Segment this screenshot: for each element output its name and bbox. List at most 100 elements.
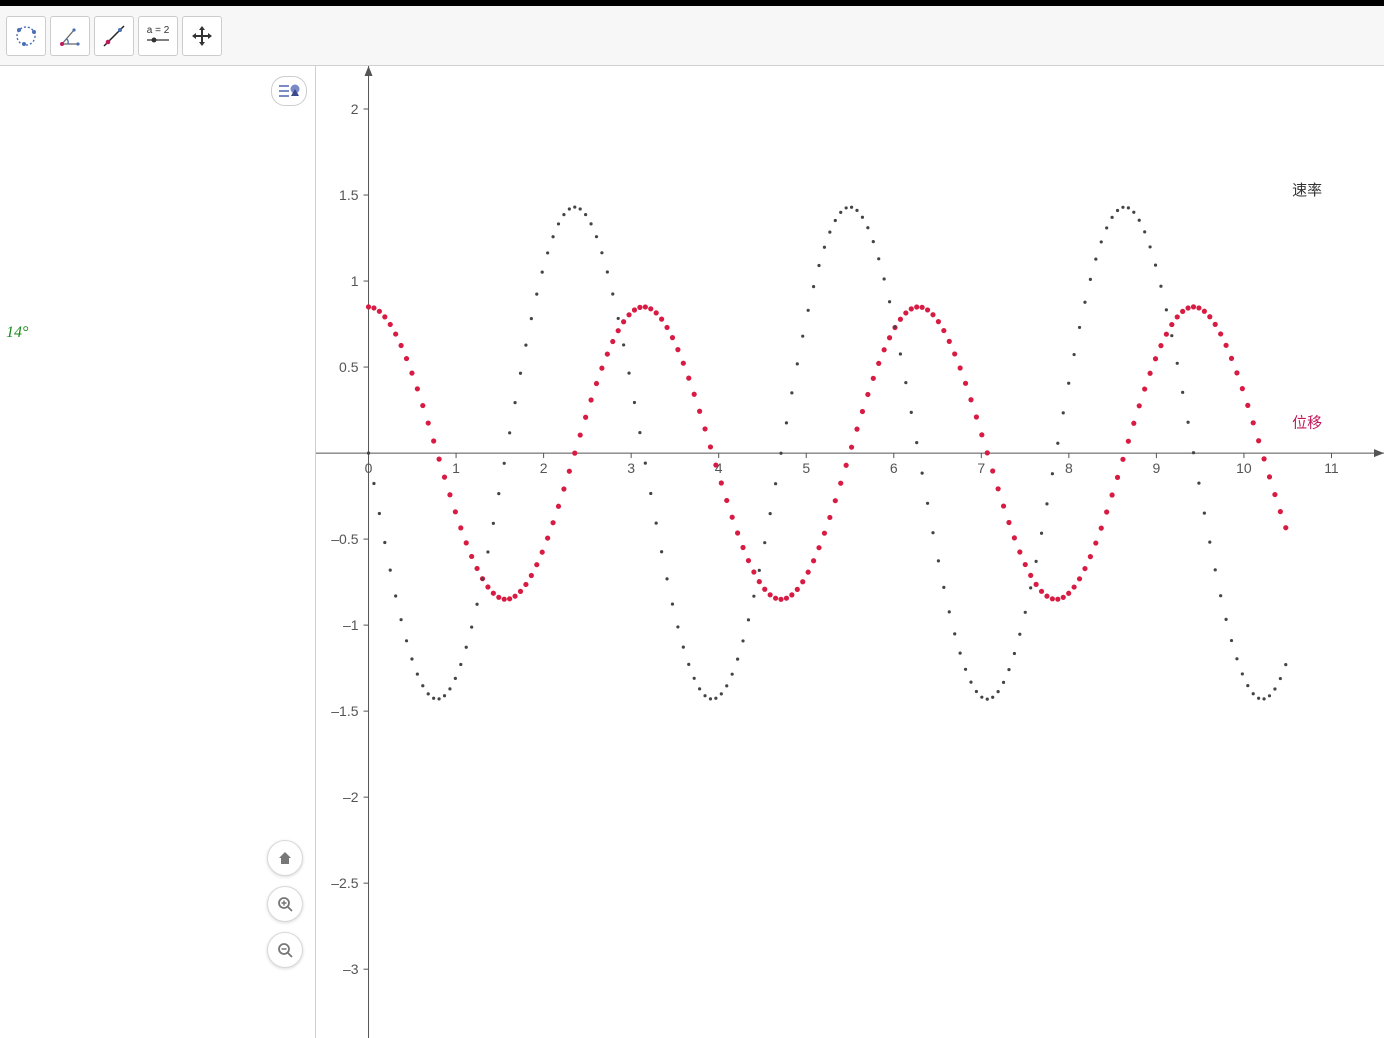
series-point <box>1137 403 1142 408</box>
series-point <box>698 687 701 690</box>
series-point <box>458 525 463 530</box>
series-point <box>1089 278 1092 281</box>
x-tick-label: 11 <box>1324 460 1339 476</box>
series-point <box>399 618 402 621</box>
series-point <box>670 335 675 340</box>
series-point <box>752 595 755 598</box>
series-point <box>557 222 560 225</box>
series-point <box>769 512 772 515</box>
series-point <box>816 545 821 550</box>
series-point <box>921 472 924 475</box>
series-point <box>648 306 653 311</box>
series-point <box>1148 245 1151 248</box>
series-point <box>378 512 381 515</box>
series-point <box>503 462 506 465</box>
algebra-style-toggle-button[interactable] <box>271 76 307 106</box>
series-point <box>850 206 853 209</box>
series-point <box>936 319 941 324</box>
series-point <box>1186 421 1189 424</box>
series-point <box>876 361 881 366</box>
slider-tool-button[interactable]: a = 2 <box>138 16 178 56</box>
series-point <box>834 219 837 222</box>
angle-tool-button[interactable] <box>50 16 90 56</box>
series-point <box>1067 382 1070 385</box>
series-point <box>1061 595 1066 600</box>
series-point <box>638 431 641 434</box>
series-point <box>643 304 648 309</box>
series-point <box>719 480 724 485</box>
tangent-tool-button[interactable] <box>94 16 134 56</box>
series-point <box>606 270 609 273</box>
series-point <box>622 343 625 346</box>
series-point <box>432 697 435 700</box>
series-point <box>893 325 896 328</box>
series-point <box>393 331 398 336</box>
series-point <box>1175 314 1180 319</box>
series-point <box>1213 322 1218 327</box>
series-point <box>626 312 631 317</box>
series-point <box>541 271 544 274</box>
series-point <box>644 462 647 465</box>
series-point <box>427 692 430 695</box>
series-point <box>410 657 413 660</box>
series-point <box>1066 591 1071 596</box>
series-point <box>579 207 582 210</box>
series-point <box>599 366 604 371</box>
move-graphics-tool-button[interactable] <box>182 16 222 56</box>
series-point <box>898 317 903 322</box>
series-point <box>443 694 446 697</box>
series-point <box>915 441 918 444</box>
series-point <box>920 305 925 310</box>
series-point <box>1229 356 1234 361</box>
series-point <box>1169 322 1174 327</box>
y-tick-label: –2 <box>343 789 359 805</box>
series-point <box>556 504 561 509</box>
series-point <box>838 481 843 486</box>
zoom-out-button[interactable] <box>267 932 303 968</box>
series-point <box>1256 438 1261 443</box>
home-button[interactable] <box>267 840 303 876</box>
series-point <box>947 339 952 344</box>
series-point <box>1273 687 1276 690</box>
series-point <box>1023 562 1028 567</box>
series-point <box>426 420 431 425</box>
series-point <box>545 535 550 540</box>
series-point <box>1121 206 1124 209</box>
series-point <box>1072 584 1077 589</box>
point-tool-button[interactable] <box>6 16 46 56</box>
series-point <box>665 577 668 580</box>
algebra-panel: 14° <box>0 66 316 1038</box>
series-point <box>964 668 967 671</box>
series-point <box>758 569 761 572</box>
series-point <box>1007 668 1010 671</box>
x-tick-label: 5 <box>802 460 810 476</box>
series-point <box>1138 219 1141 222</box>
series-point <box>1109 492 1114 497</box>
series-point <box>637 305 642 310</box>
series-point <box>763 541 766 544</box>
x-tick-label: 0 <box>365 460 373 476</box>
series-point <box>827 515 832 520</box>
series-point <box>888 300 891 303</box>
series-point <box>589 222 592 225</box>
series-point <box>1176 362 1179 365</box>
series-point <box>1126 439 1131 444</box>
series-point <box>664 325 669 330</box>
series-point <box>497 492 500 495</box>
y-tick-label: –1 <box>343 617 359 633</box>
series-point <box>567 469 572 474</box>
series-point <box>1093 540 1098 545</box>
series-point <box>959 652 962 655</box>
series-point <box>442 475 447 480</box>
series-point <box>605 351 610 356</box>
series-point <box>416 672 419 675</box>
series-point <box>1115 475 1120 480</box>
zoom-in-button[interactable] <box>267 886 303 922</box>
graphics-view[interactable]: 0123456789101121.510.5–0.5–1–1.5–2–2.5–3… <box>316 66 1384 1038</box>
series-point <box>1088 554 1093 559</box>
series-point <box>693 677 696 680</box>
series-point <box>1279 677 1282 680</box>
series-point <box>675 347 680 352</box>
series-point <box>997 690 1000 693</box>
series-point <box>979 432 984 437</box>
